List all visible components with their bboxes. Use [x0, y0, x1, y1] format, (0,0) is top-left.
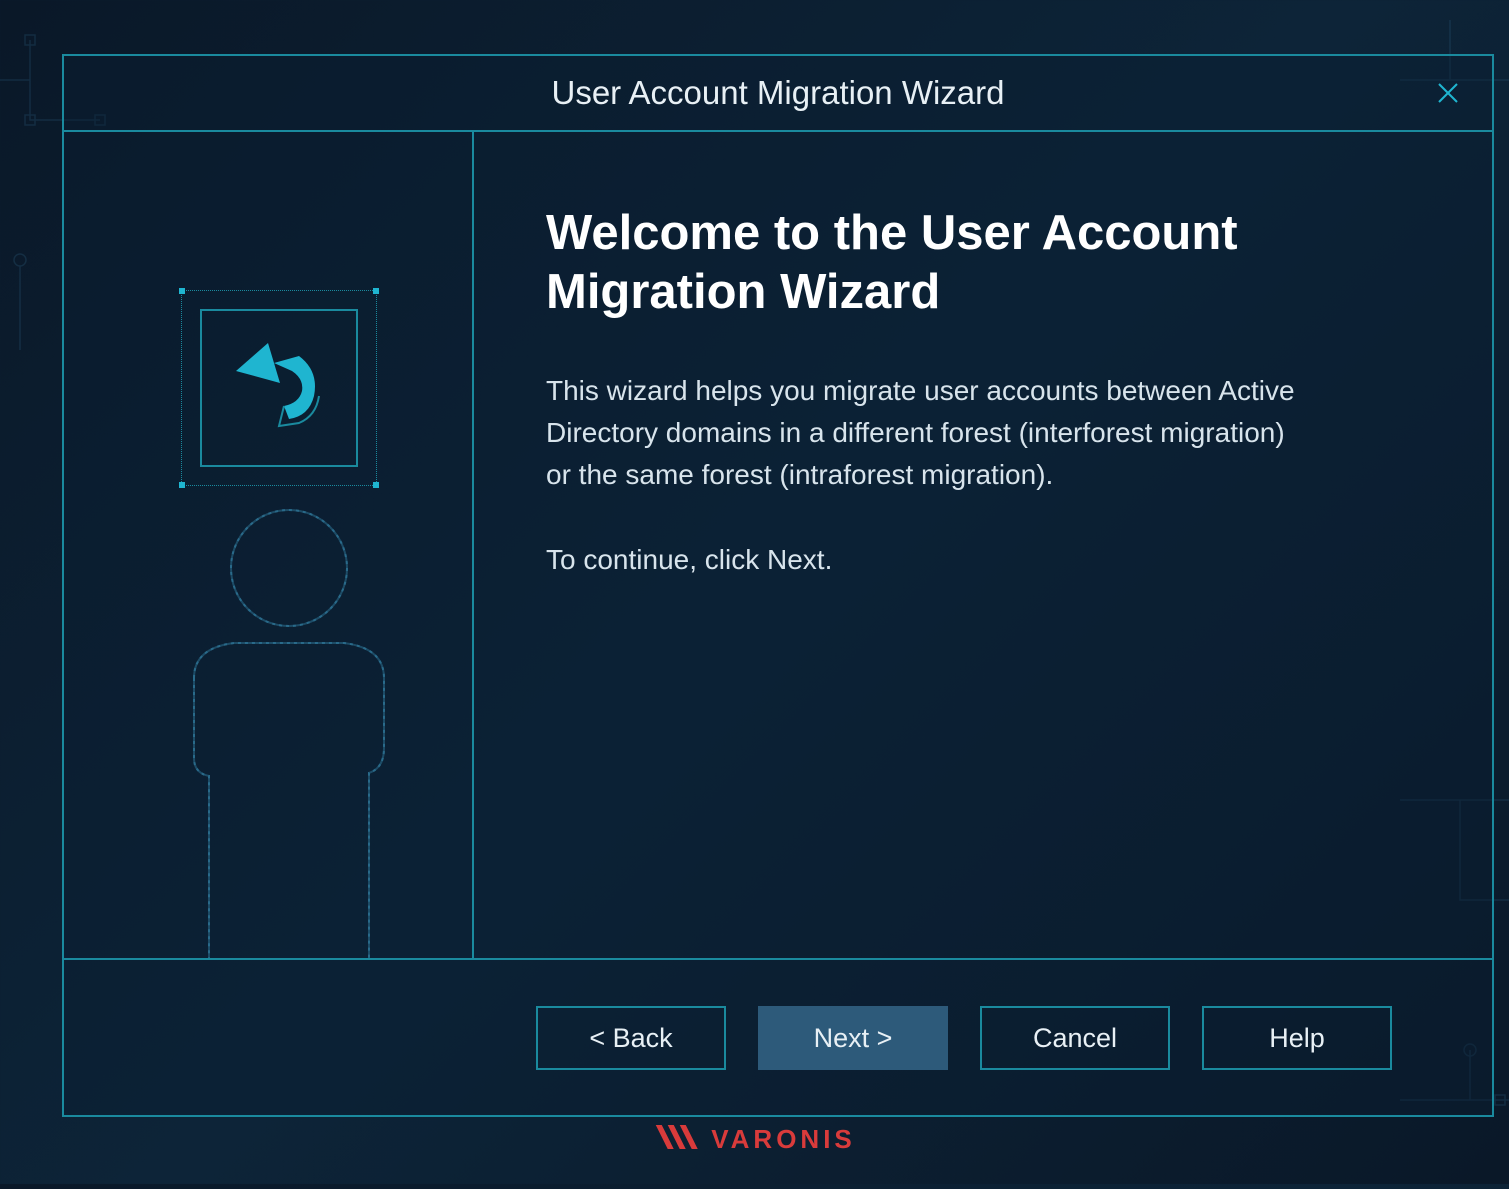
wizard-content: Welcome to the User Account Migration Wi… [474, 132, 1492, 958]
varonis-logo-icon [653, 1121, 701, 1158]
wizard-body: Welcome to the User Account Migration Wi… [64, 132, 1492, 958]
brand-footer: VARONIS [653, 1121, 856, 1158]
back-button[interactable]: < Back [536, 1006, 726, 1070]
user-silhouette-icon [124, 498, 424, 958]
brand-name: VARONIS [711, 1124, 856, 1155]
close-icon [1436, 81, 1460, 105]
undo-arrow-icon [224, 341, 334, 436]
cancel-button[interactable]: Cancel [980, 1006, 1170, 1070]
title-bar: User Account Migration Wizard [64, 56, 1492, 132]
wizard-sidebar [64, 132, 474, 958]
continue-prompt: To continue, click Next. [546, 544, 1420, 576]
wizard-window: User Account Migration Wizard [62, 54, 1494, 1117]
wizard-description: This wizard helps you migrate user accou… [546, 370, 1306, 496]
window-title: User Account Migration Wizard [552, 74, 1005, 112]
welcome-heading: Welcome to the User Account Migration Wi… [546, 204, 1420, 322]
icon-selection-box [181, 290, 377, 486]
close-button[interactable] [1432, 77, 1464, 109]
button-bar: < Back Next > Cancel Help [64, 958, 1492, 1116]
next-button[interactable]: Next > [758, 1006, 948, 1070]
help-button[interactable]: Help [1202, 1006, 1392, 1070]
